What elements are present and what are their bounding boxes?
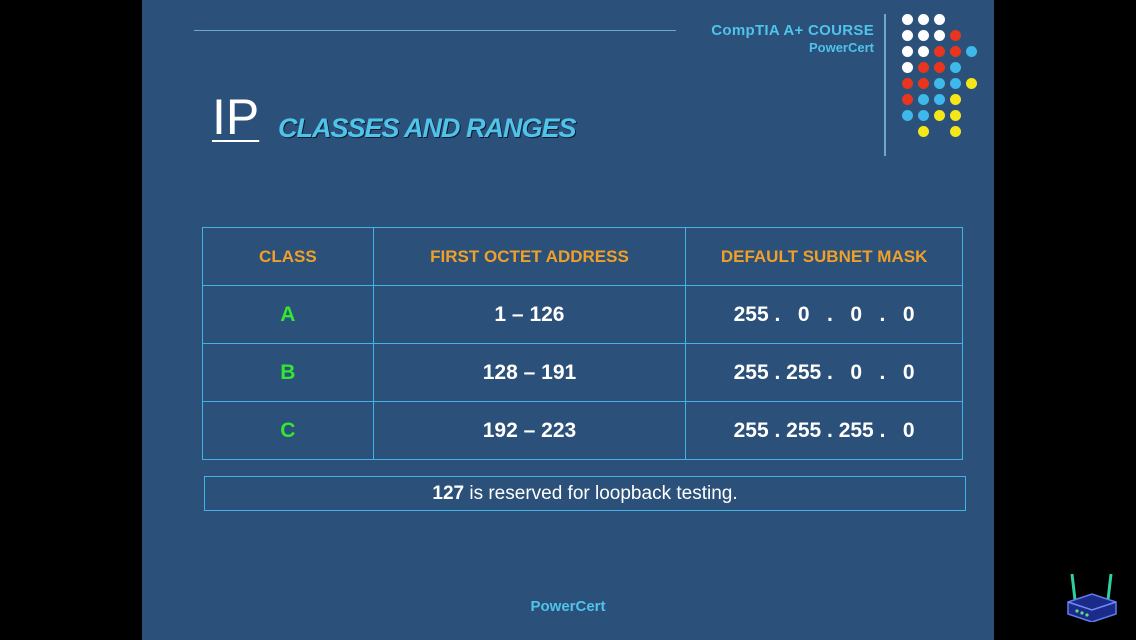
dot: [918, 94, 929, 105]
dot: [934, 78, 945, 89]
title-subtitle: CLASSES AND RANGES: [278, 113, 577, 143]
dot: [950, 78, 961, 89]
course-title: CompTIA A+ COURSE: [711, 22, 874, 39]
dot: [918, 110, 929, 121]
course-brand: PowerCert: [808, 40, 874, 55]
dot: [902, 46, 913, 57]
dot: [950, 126, 961, 137]
vertical-rule: [884, 14, 886, 156]
dot: [950, 110, 961, 121]
dot: [902, 62, 913, 73]
table-row: C 192 – 223 255 . 255 . 255 . 0: [202, 401, 963, 460]
dot: [934, 46, 945, 57]
dot: [918, 78, 929, 89]
table-row: B 128 – 191 255 . 255 . 0 . 0: [202, 343, 963, 402]
header-subnet-mask: DEFAULT SUBNET MASK: [685, 227, 963, 286]
cell-class: A: [202, 285, 374, 344]
dot: [918, 14, 929, 25]
dot: [966, 78, 977, 89]
footer-brand: PowerCert: [530, 598, 606, 615]
course-header: CompTIA A+ COURSE PowerCert: [711, 22, 874, 55]
dot: [902, 78, 913, 89]
header-class: CLASS: [202, 227, 374, 286]
dot: [934, 110, 945, 121]
table-row: A 1 – 126 255 . 0 . 0 . 0: [202, 285, 963, 344]
cell-mask: 255 . 255 . 255 . 0: [685, 401, 963, 460]
note-text: is reserved for loopback testing.: [464, 483, 738, 504]
cell-range: 192 – 223: [372, 401, 687, 460]
dot: [902, 14, 913, 25]
dot: [902, 110, 913, 121]
cell-range: 1 – 126: [372, 285, 687, 344]
title-ip: IP: [212, 89, 260, 145]
dot: [966, 46, 977, 57]
dot: [918, 46, 929, 57]
slide: CompTIA A+ COURSE PowerCert IP CLASSES A…: [142, 0, 994, 640]
dot: [934, 94, 945, 105]
dot: [934, 62, 945, 73]
cell-mask: 255 . 255 . 0 . 0: [685, 343, 963, 402]
dot: [950, 30, 961, 41]
router-icon: [1067, 573, 1117, 622]
dot: [918, 30, 929, 41]
dot: [918, 62, 929, 73]
dot: [950, 94, 961, 105]
dot: [950, 62, 961, 73]
dot: [934, 14, 945, 25]
cell-class: C: [202, 401, 374, 460]
dot: [902, 30, 913, 41]
dot: [934, 30, 945, 41]
cell-class: B: [202, 343, 374, 402]
cell-range: 128 – 191: [372, 343, 687, 402]
note-number: 127: [432, 483, 465, 504]
cell-mask: 255 . 0 . 0 . 0: [685, 285, 963, 344]
dot: [902, 94, 913, 105]
header-first-octet: FIRST OCTET ADDRESS: [372, 227, 687, 286]
decorative-dots-icon: [902, 14, 982, 139]
loopback-note: 127 is reserved for loopback testing.: [204, 476, 966, 511]
ip-classes-table: CLASS FIRST OCTET ADDRESS DEFAULT SUBNET…: [202, 227, 963, 460]
dot: [950, 46, 961, 57]
table-header-row: CLASS FIRST OCTET ADDRESS DEFAULT SUBNET…: [202, 227, 963, 286]
header-rule: [194, 30, 676, 31]
dot: [918, 126, 929, 137]
